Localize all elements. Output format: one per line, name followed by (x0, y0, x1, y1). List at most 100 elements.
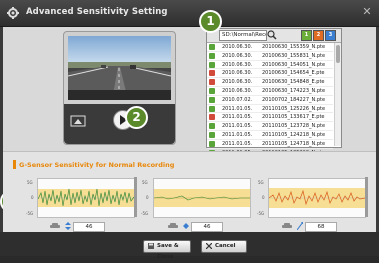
file-row[interactable]: 2010.06.30. 20100630_154051_N.pte (207, 61, 333, 70)
file-row[interactable]: 2010.06.30. 20100630_154654_E.pte (207, 69, 333, 79)
graph-1-value[interactable]: 46 (73, 222, 105, 232)
graph-3-tick-mid: 0 (262, 195, 265, 200)
graph-3-value[interactable]: 68 (305, 222, 337, 232)
graph-3-tick-top: 5G (258, 180, 264, 185)
graph-y-plot (154, 189, 250, 207)
graph-2-tick-top: 5G (142, 180, 148, 185)
diagonal-arrow-icon (297, 222, 303, 230)
graph-3-tick-bottom: -5G (257, 211, 265, 216)
save-disk-icon (148, 243, 154, 249)
normal-file-icon (209, 96, 215, 103)
graph-1-tick-mid: 0 (31, 195, 34, 200)
file-date: 2010.06.30. (222, 79, 253, 86)
filter-button-2[interactable]: 2 (313, 30, 324, 41)
preview-panel: SD:\Normal\Record\ 1 2 3 2010.06.30.2010… (3, 27, 376, 167)
file-date: 2010.06.30. (222, 52, 253, 59)
file-rows: 2010.06.30. 20100630_155359_N.pte 2010.06.… (207, 43, 333, 167)
normal-file-icon (209, 61, 215, 68)
normal-file-icon (209, 123, 215, 130)
normal-file-icon (209, 105, 215, 112)
file-row[interactable]: 2011.01.05. 20110105_123728_N.pte (207, 122, 333, 131)
file-row[interactable]: 2010.06.30. 20100630_155359_N.pte (207, 43, 333, 52)
graph-x-plot (38, 188, 134, 207)
graph-z-plot (269, 188, 365, 208)
file-name: 20100630_155831_N.pte (262, 52, 326, 59)
file-name: 20100630_174223_N.pte (262, 87, 326, 94)
file-row[interactable]: 2010.06.30. 20100630_174223_N.pte (207, 87, 333, 96)
footer-bar: Save & Close Cancel (0, 232, 379, 260)
event-file-icon (209, 79, 215, 86)
search-icon[interactable] (267, 30, 277, 40)
file-date: 2011.01.05. (222, 123, 253, 130)
event-file-icon (209, 114, 215, 121)
horizontal-arrow-icon (183, 223, 189, 229)
filter-button-3[interactable]: 3 (325, 30, 336, 41)
folder-path-field[interactable]: SD:\Normal\Record\ (219, 30, 267, 41)
graph-3-handle[interactable] (365, 177, 368, 217)
file-row[interactable]: 2011.01.05. 20110105_124718_N.pte (207, 140, 333, 149)
video-player (63, 31, 176, 145)
file-name: 20110105_133617_E.pte (262, 114, 325, 121)
save-close-button[interactable]: Save & Close (143, 240, 191, 260)
file-date: 2011.01.05. (222, 114, 253, 121)
file-name: 20110105_125226_N.pte (262, 105, 326, 112)
video-view[interactable] (68, 36, 171, 100)
graph-1-tick-top: 5G (27, 180, 33, 185)
gsensor-graph-z (268, 178, 366, 218)
advanced-sensitivity-window: Advanced Sensitivity Setting ✕ SD:\Norma… (0, 0, 379, 260)
scrollbar-thumb[interactable] (336, 45, 340, 63)
normal-file-icon (209, 44, 215, 50)
callout-2: 2 (125, 106, 148, 129)
file-name: 20110105_124218_N.pte (262, 131, 326, 138)
graph-1-tick-bottom: -5G (26, 211, 34, 216)
file-list: SD:\Normal\Record\ 1 2 3 2010.06.30.2010… (206, 28, 342, 167)
graph-2-tick-bottom: -5G (141, 211, 149, 216)
file-name: 20110105_123728_N.pte (262, 123, 326, 130)
filter-button-1[interactable]: 1 (301, 30, 312, 41)
file-date: 2010.06.30. (222, 87, 253, 94)
close-icon[interactable]: ✕ (361, 6, 373, 18)
gps-map-icon[interactable] (70, 114, 86, 128)
file-row[interactable]: 2011.01.05. 20110105_133617_E.pte (207, 113, 333, 123)
gsensor-graph-x (37, 178, 135, 218)
settings-gear-icon (7, 7, 19, 19)
file-name: 20100630_154051_N.pte (262, 61, 326, 68)
car-icon (50, 223, 60, 228)
file-list-toolbar: SD:\Normal\Record\ 1 2 3 (207, 29, 341, 43)
file-name: 20100630_154848_E.pte (262, 79, 325, 86)
video-controls (64, 104, 175, 144)
car-icon (168, 223, 178, 228)
graph-2-value[interactable]: 46 (191, 222, 223, 232)
road-scene-image (68, 36, 171, 100)
gsensor-graph-y (153, 178, 251, 218)
file-row[interactable]: 2011.01.05. 20110105_124218_N.pte (207, 131, 333, 140)
cancel-label: Cancel (215, 243, 236, 249)
file-list-scrollbar[interactable] (334, 43, 341, 146)
close-x-icon (206, 243, 212, 249)
window-title: Advanced Sensitivity Setting (26, 7, 168, 17)
event-file-icon (209, 70, 215, 77)
normal-file-icon (209, 131, 215, 138)
graph-1-handle[interactable] (134, 177, 137, 217)
file-row[interactable]: 2010.07.02. 20100702_184227_N.pte (207, 96, 333, 105)
file-date: 2011.01.05. (222, 131, 253, 138)
vertical-arrow-icon (65, 222, 71, 230)
car-icon (282, 223, 292, 228)
file-name: 20110105_124718_N.pte (262, 140, 326, 147)
gsensor-panel: G-Sensor Sensitivity for Normal Recordin… (3, 151, 376, 232)
file-date: 2011.01.05. (222, 105, 253, 112)
gsensor-label: G-Sensor Sensitivity for Normal Recordin… (19, 161, 175, 169)
normal-file-icon (209, 87, 215, 94)
normal-file-icon (209, 52, 215, 59)
file-name: 20100702_184227_N.pte (262, 96, 326, 103)
callout-1: 1 (199, 10, 222, 33)
cancel-button[interactable]: Cancel (201, 240, 247, 253)
file-name: 20100630_155359_N.pte (262, 44, 326, 50)
section-marker (13, 160, 16, 169)
file-date: 2011.01.05. (222, 140, 253, 147)
file-row[interactable]: 2010.06.30. 20100630_154848_E.pte (207, 78, 333, 87)
file-row[interactable]: 2011.01.05. 20110105_125226_N.pte (207, 105, 333, 114)
file-row[interactable]: 2010.06.30. 20100630_155831_N.pte (207, 52, 333, 61)
title-bar: Advanced Sensitivity Setting ✕ (0, 0, 379, 27)
file-date: 2010.06.30. (222, 44, 253, 50)
